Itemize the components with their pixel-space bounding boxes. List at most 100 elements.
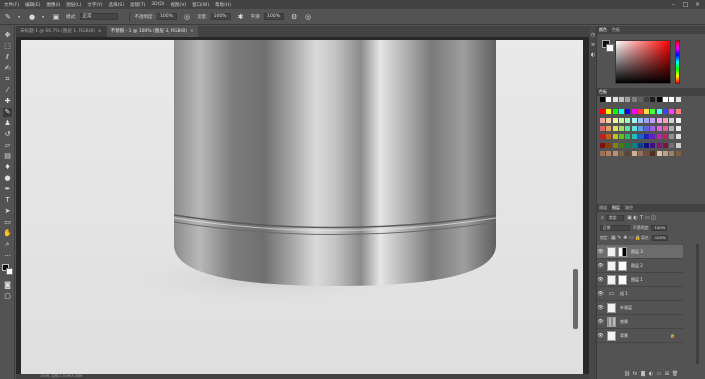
opacity-field[interactable]: 100%	[157, 13, 178, 20]
menu-help[interactable]: 帮助(H)	[215, 2, 231, 8]
flow-field[interactable]: 100%	[210, 13, 231, 20]
color-swatch[interactable]	[650, 142, 656, 148]
layer-opacity-field[interactable]: 100%	[651, 225, 668, 231]
color-swatch[interactable]	[675, 109, 681, 115]
lasso-icon[interactable]: ℓ	[3, 53, 12, 62]
vertical-scrollbar[interactable]	[573, 269, 578, 329]
menu-type[interactable]: 文字(Y)	[87, 2, 102, 8]
chevron-down-icon[interactable]: ▾	[42, 13, 48, 20]
visibility-eye-icon[interactable]: 👁	[597, 277, 604, 283]
color-swatch[interactable]	[650, 117, 656, 123]
stamp-icon[interactable]: ♟	[3, 119, 12, 128]
color-swatch[interactable]	[637, 142, 643, 148]
menu-filter[interactable]: 滤镜(T)	[130, 2, 145, 8]
chevron-down-icon[interactable]: ▾	[18, 13, 24, 20]
color-swatch[interactable]	[631, 134, 637, 140]
color-swatch[interactable]	[663, 97, 668, 102]
color-swatch[interactable]	[618, 109, 624, 115]
color-swatch[interactable]	[637, 150, 643, 156]
layer-row[interactable]: 👁 效果	[597, 315, 683, 329]
eraser-icon[interactable]: ▱	[3, 141, 12, 150]
history-icon[interactable]: ◷	[590, 32, 596, 38]
lock-artboard-icon[interactable]: ▭	[629, 235, 634, 241]
color-swatch[interactable]	[644, 117, 650, 123]
filter-kind-select[interactable]: 类型	[606, 215, 624, 221]
color-swatch[interactable]	[600, 125, 605, 131]
marquee-icon[interactable]: ⬚	[3, 42, 12, 51]
color-swatch[interactable]	[600, 142, 605, 148]
color-swatch[interactable]	[656, 125, 662, 131]
color-swatch[interactable]	[669, 125, 675, 131]
brush-settings-icon[interactable]: ▣	[52, 13, 60, 21]
color-swatch[interactable]	[631, 117, 637, 123]
color-swatch[interactable]	[644, 142, 650, 148]
layer-mask-thumbnail[interactable]	[618, 274, 627, 285]
filter-type-icon[interactable]: T	[639, 215, 644, 221]
blend-mode-select[interactable]: 正常	[600, 225, 630, 231]
type-icon[interactable]: T	[3, 196, 12, 205]
color-swatch[interactable]	[637, 117, 643, 123]
color-swatch[interactable]	[606, 142, 612, 148]
color-swatch[interactable]	[631, 97, 637, 102]
adjustment-layer-icon[interactable]: ◐	[647, 371, 655, 377]
color-swatch[interactable]	[656, 142, 662, 148]
color-swatch[interactable]	[600, 134, 605, 140]
crop-icon[interactable]: ⌗	[3, 75, 12, 84]
adjustments-icon[interactable]: ◐	[590, 52, 596, 58]
tab-color[interactable]: 颜色	[599, 27, 607, 33]
shape-icon[interactable]: ▭	[3, 218, 12, 227]
color-swatch[interactable]	[618, 117, 624, 123]
tab-document-2[interactable]: 不锈钢 - 1 @ 100% (图层 3, RGB/8) ×	[106, 26, 198, 37]
color-swatch[interactable]	[669, 109, 675, 115]
brush-icon[interactable]: ✎	[3, 108, 12, 117]
color-swatch[interactable]	[663, 109, 668, 115]
path-select-icon[interactable]: ➤	[3, 207, 12, 216]
color-swatch[interactable]	[675, 117, 681, 123]
color-swatch[interactable]	[656, 109, 662, 115]
color-swatch[interactable]	[625, 125, 631, 131]
color-swatch[interactable]	[600, 109, 605, 115]
dodge-icon[interactable]: ●	[3, 174, 12, 183]
tab-layers[interactable]: 图层	[612, 205, 620, 211]
lock-pixels-icon[interactable]: ▦	[611, 235, 616, 241]
tab-swatches[interactable]: 色板	[612, 27, 620, 33]
color-swatch[interactable]	[644, 134, 650, 140]
move-icon[interactable]: ✥	[3, 31, 12, 40]
canvas-workspace[interactable]	[16, 37, 589, 379]
layer-mask-thumbnail[interactable]	[618, 260, 627, 271]
color-swatch[interactable]	[606, 150, 612, 156]
color-swatch[interactable]	[625, 109, 631, 115]
color-swatch[interactable]	[663, 150, 668, 156]
smoothing-field[interactable]: 100%	[264, 13, 285, 20]
color-swatch[interactable]	[625, 97, 631, 102]
airbrush-icon[interactable]: ✱	[237, 13, 245, 21]
tab-document-1[interactable]: 未标题-1 @ 66.7% (图层 1, RGB/8) ×	[16, 26, 106, 37]
color-swatch[interactable]	[612, 109, 618, 115]
color-swatch[interactable]	[675, 97, 681, 102]
color-swatch[interactable]	[606, 125, 612, 131]
tab-paths[interactable]: 路径	[625, 205, 633, 211]
fx-icon[interactable]: fx	[631, 371, 639, 377]
color-swatch[interactable]	[669, 117, 675, 123]
visibility-eye-icon[interactable]: 👁	[597, 291, 604, 297]
color-swatch[interactable]	[631, 125, 637, 131]
pen-icon[interactable]: ✒	[3, 185, 12, 194]
minimize-icon[interactable]: –	[670, 1, 677, 8]
color-swatch[interactable]	[600, 97, 605, 102]
color-swatch[interactable]	[663, 142, 668, 148]
menu-3d[interactable]: 3D(D)	[151, 2, 164, 7]
color-swatch[interactable]	[656, 117, 662, 123]
layer-row[interactable]: 👁 图层 2	[597, 259, 683, 273]
layers-scrollbar[interactable]	[696, 244, 699, 364]
color-swatch[interactable]	[631, 142, 637, 148]
maximize-icon[interactable]: □	[682, 1, 689, 8]
color-swatch[interactable]	[675, 142, 681, 148]
color-swatch[interactable]	[644, 150, 650, 156]
color-swatch[interactable]	[669, 134, 675, 140]
color-swatch[interactable]	[669, 150, 675, 156]
color-swatch[interactable]	[625, 142, 631, 148]
color-swatch[interactable]	[669, 97, 675, 102]
color-swatch[interactable]	[618, 97, 624, 102]
color-swatch[interactable]	[612, 117, 618, 123]
color-swatch[interactable]	[644, 125, 650, 131]
